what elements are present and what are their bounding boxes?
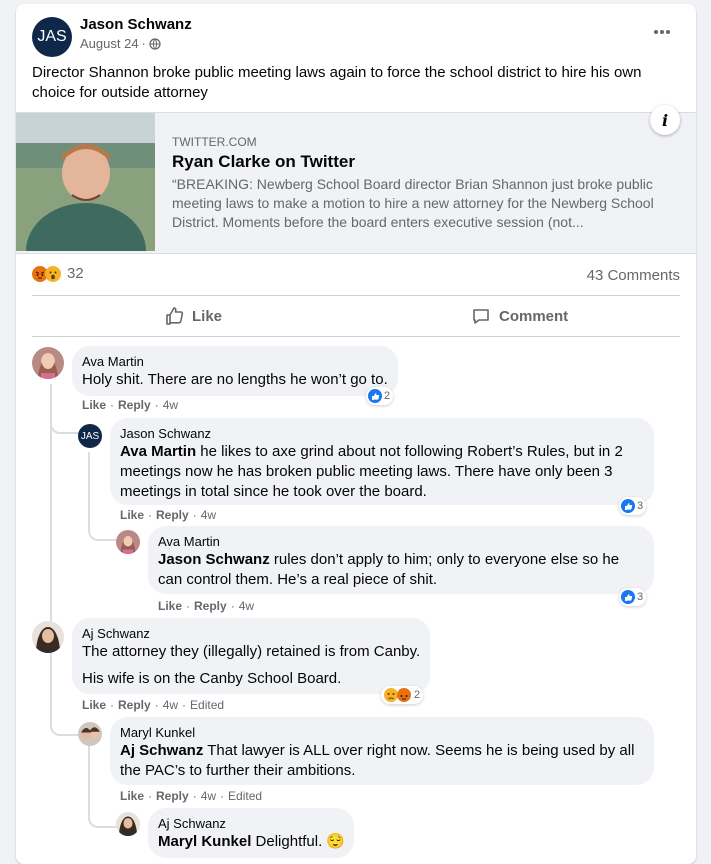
comment-time[interactable]: 4w — [163, 398, 178, 412]
like-button[interactable]: Like — [164, 306, 222, 326]
divider — [32, 295, 680, 296]
edited-label: Edited — [190, 698, 225, 712]
reaction-count: 2 — [384, 390, 391, 402]
divider — [32, 336, 680, 337]
reaction-summary[interactable]: 32 — [32, 265, 84, 282]
comment-time[interactable]: 4w — [239, 599, 254, 613]
comment-reply-link[interactable]: Reply — [156, 789, 189, 803]
commenter-name[interactable]: Aj Schwanz — [82, 626, 150, 642]
author-avatar[interactable]: JAS — [32, 17, 72, 57]
comment-reactions[interactable]: 3 — [619, 588, 647, 606]
mention[interactable]: Ava Martin — [120, 443, 196, 460]
comment-reactions[interactable]: 2 — [381, 686, 424, 704]
reaction-count: 2 — [414, 689, 421, 701]
thread-line — [88, 744, 90, 804]
like-reaction-icon — [621, 590, 635, 604]
comment-like-link[interactable]: Like — [120, 508, 144, 522]
comment-text: Jason Schwanz rules don’t apply to him; … — [158, 551, 620, 588]
thread-line — [88, 452, 90, 512]
comment-text: His wife is on the Canby School Board. — [82, 670, 342, 687]
edited-label: Edited — [228, 789, 263, 803]
post-meta: August 24 · — [80, 36, 161, 51]
comment-bubble-icon — [471, 306, 491, 326]
comment-reply-link[interactable]: Reply — [156, 508, 189, 522]
thread-connector — [50, 694, 82, 736]
commenter-name[interactable]: Ava Martin — [82, 354, 144, 370]
more-options-icon[interactable] — [652, 22, 672, 47]
reaction-count: 3 — [637, 500, 644, 512]
comment-actions: Like · Reply · 4w — [158, 599, 255, 613]
commenter-name[interactable]: Ava Martin — [158, 534, 220, 550]
comment-actions: Like · Reply · 4w · Edited — [120, 789, 263, 803]
link-domain: TWITTER.COM — [172, 135, 257, 149]
comment-like-link[interactable]: Like — [82, 398, 106, 412]
comment-reply-link[interactable]: Reply — [118, 698, 151, 712]
globe-icon — [149, 37, 161, 50]
commenter-avatar[interactable] — [32, 347, 64, 379]
post-author[interactable]: Jason Schwanz — [80, 16, 192, 33]
angry-icon — [396, 687, 412, 703]
like-reaction-icon — [621, 499, 635, 513]
comment-count[interactable]: 43 Comments — [587, 267, 680, 284]
thread-connector — [88, 509, 120, 541]
reaction-count: 3 — [637, 591, 644, 603]
comment-time[interactable]: 4w — [163, 698, 178, 712]
commenter-avatar[interactable] — [32, 621, 64, 653]
link-title[interactable]: Ryan Clarke on Twitter — [172, 152, 355, 172]
commenter-avatar[interactable] — [116, 812, 140, 836]
comment-actions: Like · Reply · 4w · Edited — [82, 698, 225, 712]
post-card: JAS Jason Schwanz August 24 · Director S… — [16, 4, 696, 864]
comment-reply-link[interactable]: Reply — [118, 398, 151, 412]
comment-actions: Like · Reply · 4w — [82, 398, 179, 412]
thread-connector — [50, 404, 82, 434]
comment-reactions[interactable]: 3 — [619, 497, 647, 515]
comment-text: Aj Schwanz That lawyer is ALL over right… — [120, 742, 635, 779]
like-label: Like — [192, 307, 223, 325]
commenter-avatar[interactable] — [116, 530, 140, 554]
comment-text: Holy shit. There are no lengths he won’t… — [82, 371, 388, 388]
info-icon[interactable]: i — [650, 105, 680, 135]
mention[interactable]: Maryl Kunkel — [158, 833, 251, 850]
comment-reactions[interactable]: 2 — [366, 387, 394, 405]
comment-button[interactable]: Comment — [471, 306, 568, 326]
commenter-name[interactable]: Aj Schwanz — [158, 816, 226, 832]
comment-label: Comment — [499, 307, 569, 325]
link-description: “BREAKING: Newberg School Board director… — [172, 176, 654, 230]
commenter-avatar[interactable] — [78, 722, 102, 746]
comment-like-link[interactable]: Like — [82, 698, 106, 712]
comment-actions: Like · Reply · 4w — [120, 508, 217, 522]
comment-time[interactable]: 4w — [201, 789, 216, 803]
comment-text: The attorney they (illegally) retained i… — [82, 643, 421, 660]
wow-icon — [45, 265, 61, 282]
comment-like-link[interactable]: Like — [120, 789, 144, 803]
link-thumbnail[interactable] — [16, 113, 155, 251]
comment-like-link[interactable]: Like — [158, 599, 182, 613]
commenter-name[interactable]: Jason Schwanz — [120, 426, 211, 442]
comment-time[interactable]: 4w — [201, 508, 216, 522]
commenter-name[interactable]: Maryl Kunkel — [120, 725, 195, 741]
mention[interactable]: Aj Schwanz — [120, 742, 203, 759]
commenter-avatar[interactable]: JAS — [78, 424, 102, 448]
post-text: Director Shannon broke public meeting la… — [32, 64, 642, 101]
like-reaction-icon — [368, 389, 382, 403]
comment-text: Ava Martin he likes to axe grind about n… — [120, 443, 623, 500]
reaction-count: 32 — [67, 265, 84, 282]
comment-text: Maryl Kunkel Delightful. 😌 — [158, 833, 346, 850]
post-date[interactable]: August 24 — [80, 36, 139, 51]
comment-reply-link[interactable]: Reply — [194, 599, 227, 613]
thumbs-up-icon — [164, 306, 184, 326]
mention[interactable]: Jason Schwanz — [158, 551, 270, 568]
